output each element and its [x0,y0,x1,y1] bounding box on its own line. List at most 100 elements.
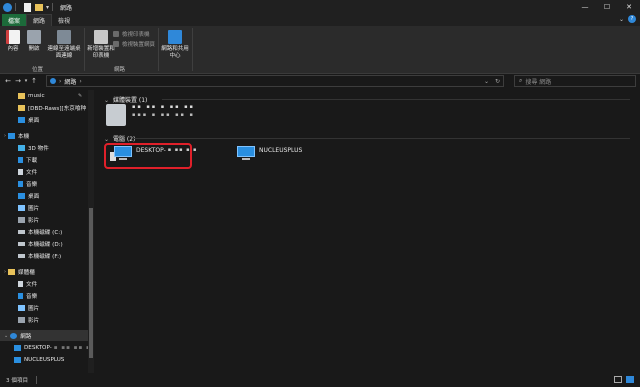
chevron-down-icon[interactable]: ⌄ [619,16,624,23]
sidebar-item-lib-documents[interactable]: 文件 [0,278,88,289]
properties-label: 內容 [7,46,19,52]
sidebar-item-videos[interactable]: 影片 [0,214,88,225]
sidebar-item-lib-music[interactable]: 音樂 [0,290,88,301]
sidebar-item-label: 音樂 [26,293,38,300]
network-icon [50,78,56,84]
remote-desktop-label: 連線至遠端桌面連線 [47,46,81,59]
computer-icon [14,356,21,363]
forward-arrow-icon[interactable]: → [13,77,23,85]
computer-name: NUCLEUSPLUS [259,147,303,154]
network-icon [3,2,12,12]
chevron-down-icon[interactable]: ⌄ [104,97,109,104]
sidebar-item-lib-videos[interactable]: 影片 [0,314,88,325]
search-input[interactable]: ⌕ 搜尋 網路 [514,75,636,87]
close-button[interactable]: ✕ [618,0,640,14]
group-label-location: 位置 [32,67,44,73]
sidebar-scrollbar[interactable] [88,90,94,373]
sidebar-item-label: 本機磁碟 (C:) [28,229,63,236]
chevron-right-icon[interactable]: › [4,269,6,275]
sidebar-item-desktop-pc[interactable]: DESKTOP- ▪ ▪▪ ▪▪ ▪ [0,342,91,353]
chevron-right-icon[interactable]: › [79,78,81,85]
up-arrow-icon[interactable]: ↑ [29,77,39,85]
sidebar-item-music-lib[interactable]: 音樂 [0,178,88,189]
video-icon [18,316,25,323]
sidebar-item-lib-pictures[interactable]: 圖片 [0,302,88,313]
sidebar-item-drive-f[interactable]: 本機磁碟 (F:) [0,250,88,261]
sidebar-item-network[interactable]: ⌄ 網路 [0,330,88,341]
computer-icon [14,344,21,351]
redacted-mark: ▪ ▪▪ ▪▪ ▪ [53,344,91,351]
scrollbar-thumb[interactable] [89,208,93,358]
network-center-label: 網路和共用中心 [161,46,189,59]
window-title: 網路 [60,4,73,12]
sidebar-item-desktop[interactable]: 桌面 [0,190,88,201]
sidebar-item-label: 本機磁碟 (F:) [28,253,62,260]
maximize-button[interactable]: ☐ [596,0,618,14]
chevron-down-icon[interactable]: ⌄ [4,333,8,339]
remote-desktop-button[interactable]: 連線至遠端桌面連線 [46,30,82,60]
address-bar[interactable]: › 網路 › ⌄ ↻ [46,75,504,87]
pin-icon[interactable]: ✎ [78,93,82,99]
sidebar-item-label: 桌面 [28,117,40,124]
open-button[interactable]: 開啟 [25,30,43,53]
sidebar-item-label: DESKTOP- [24,344,52,351]
tab-network[interactable]: 網路 [26,14,53,26]
picture-icon [18,204,25,211]
tab-file[interactable]: 檔案 [2,14,27,26]
ribbon: 內容 開啟 連線至遠端桌面連線 位置 新增裝置和印表機 檢視印表機 檢視裝置網頁… [0,26,640,74]
section-media-devices[interactable]: ⌄ 媒體裝置 (1) [104,95,147,104]
sidebar-item-dbd[interactable]: [DBD-Raws][东京喰种 [0,102,88,113]
selection-highlight [104,143,192,169]
details-view-icon[interactable] [614,376,622,383]
section-computers[interactable]: ⌄ 電腦 (2) [104,134,135,143]
network-center-icon [168,30,182,44]
sidebar-item-label: 桌面 [28,193,40,200]
chevron-down-icon[interactable]: ⌄ [484,78,489,85]
properties-icon[interactable] [24,2,31,12]
divider [162,99,630,100]
refresh-icon[interactable]: ↻ [495,78,500,85]
sidebar-item-drive-d[interactable]: 本機磁碟 (D:) [0,238,88,249]
chevron-right-icon[interactable]: › [4,133,6,139]
help-icon[interactable]: ? [628,15,636,23]
sidebar-item-label: 音樂 [26,181,38,188]
view-device-webpage-button[interactable]: 檢視裝置網頁 [113,40,155,48]
folder-icon [18,104,25,111]
sidebar-item-label: 媒體櫃 [18,269,35,276]
chevron-down-icon[interactable]: ▾ [46,4,49,11]
remote-desktop-icon [57,30,71,44]
media-device-icon[interactable] [106,104,126,126]
sidebar-item-label: 文件 [26,281,38,288]
sidebar-item-drive-c[interactable]: 本機磁碟 (C:) [0,226,88,237]
sidebar-item-music[interactable]: music ✎ [0,90,88,101]
properties-button[interactable]: 內容 [5,30,21,53]
network-center-button[interactable]: 網路和共用中心 [160,30,190,60]
chevron-down-icon[interactable]: ⌄ [104,136,109,143]
search-icon: ⌕ [519,77,523,84]
sidebar-item-downloads[interactable]: 下載 [0,154,88,165]
sidebar-item-pictures[interactable]: 圖片 [0,202,88,213]
large-icons-view-icon[interactable] [626,376,634,383]
section-label: 媒體裝置 (1) [112,97,148,104]
sidebar-item-label: 本機磁碟 (D:) [28,241,63,248]
network-icon [10,332,18,339]
sidebar-item-label: NUCLEUSPLUS [24,356,65,363]
sidebar-item-libraries[interactable]: › 媒體櫃 [0,266,88,277]
tab-view[interactable]: 檢視 [52,14,76,26]
sidebar-item-label: 本機 [18,133,30,140]
computer-item-nucleusplus[interactable]: NUCLEUSPLUS [237,146,302,161]
view-printers-button[interactable]: 檢視印表機 [113,30,150,38]
sidebar-item-this-pc[interactable]: › 本機 [0,130,88,141]
new-folder-icon[interactable] [35,3,43,11]
title-bar: ▾ 網路 — ☐ ✕ [0,0,640,14]
back-arrow-icon[interactable]: ← [3,77,13,85]
minimize-button[interactable]: — [574,0,596,14]
desktop-icon [18,116,25,123]
chevron-right-icon[interactable]: › [59,78,61,85]
sidebar-item-nucleusplus[interactable]: NUCLEUSPLUS [0,354,88,365]
sidebar-item-desktop-quick[interactable]: 桌面 [0,114,88,125]
sidebar-item-documents[interactable]: 文件 [0,166,88,177]
sidebar-item-label: 下載 [26,157,38,164]
group-label-network: 網路 [114,67,126,73]
sidebar-item-3d-objects[interactable]: 3D 物件 [0,142,88,153]
